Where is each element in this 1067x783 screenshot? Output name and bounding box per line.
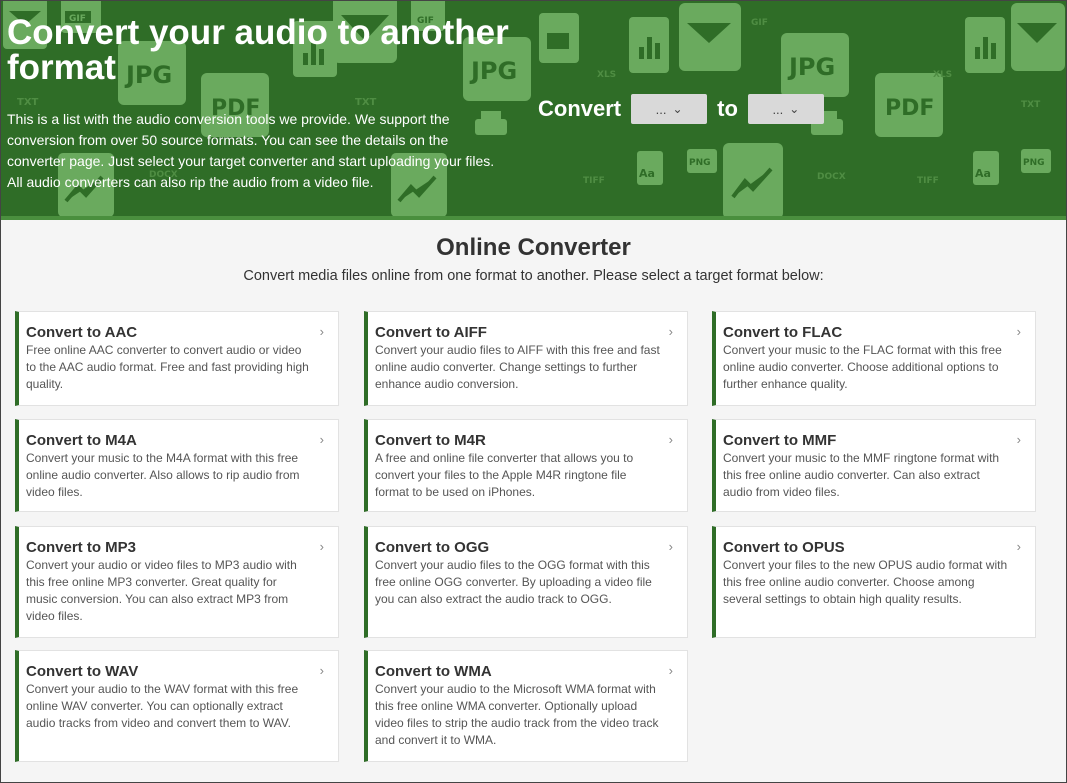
converter-card-ogg[interactable]: Convert to OGG Convert your audio files …: [364, 526, 688, 638]
converter-card-wma[interactable]: Convert to WMA Convert your audio to the…: [364, 650, 688, 762]
card-description: Convert your files to the new OPUS audio…: [723, 558, 1008, 606]
png-file-icon: PNG: [1021, 149, 1051, 173]
image-file-icon: [539, 13, 579, 63]
card-title: Convert to MP3: [26, 539, 137, 556]
svg-text:XLS: XLS: [597, 70, 616, 80]
converter-card-m4r[interactable]: Convert to M4R A free and online file co…: [364, 419, 688, 512]
aa-file-icon: Aa: [637, 151, 663, 185]
svg-text:Aa: Aa: [639, 167, 655, 180]
card-description: A free and online file converter that al…: [375, 451, 634, 499]
converter-card-aiff[interactable]: Convert to AIFF Convert your audio files…: [364, 311, 688, 406]
email-file-icon: [1011, 3, 1065, 71]
card-description: Convert your music to the FLAC format wi…: [723, 343, 1002, 391]
card-title: Convert to WAV: [26, 663, 139, 680]
converter-card-opus[interactable]: Convert to OPUS Convert your files to th…: [712, 526, 1036, 638]
svg-text:PNG: PNG: [1023, 158, 1045, 168]
svg-text:PNG: PNG: [689, 158, 711, 168]
to-label: to: [717, 96, 738, 121]
card-title: Convert to WMA: [375, 663, 492, 680]
converter-card-mp3[interactable]: Convert to MP3 Convert your audio or vid…: [15, 526, 339, 638]
source-format-value: ...: [655, 101, 667, 117]
email-file-icon: [679, 3, 741, 71]
hero-description: This is a list with the audio conversion…: [7, 111, 495, 190]
target-format-select[interactable]: ... ⌄: [747, 94, 824, 124]
converter-card-flac[interactable]: Convert to FLAC Convert your music to th…: [712, 311, 1036, 406]
convert-selector: Convert ... ⌄ to ... ⌄: [538, 93, 834, 125]
card-description: Convert your audio files to AIFF with th…: [375, 343, 660, 391]
jpg-file-icon: JPG: [781, 33, 849, 97]
card-title: Convert to OPUS: [723, 539, 845, 556]
card-title: Convert to OGG: [375, 539, 490, 556]
source-format-select[interactable]: ... ⌄: [631, 94, 708, 124]
target-format-value: ...: [772, 101, 784, 117]
docx-file-icon: DOCX: [817, 172, 846, 182]
chevron-right-icon: ›: [319, 663, 324, 678]
tiff-file-icon: TIFF: [917, 176, 939, 186]
card-description: Convert your audio to the Microsoft WMA …: [375, 682, 659, 747]
chart-file-icon: [965, 17, 1005, 73]
converter-card-aac[interactable]: Convert to AAC Free online AAC converter…: [15, 311, 339, 406]
card-description: Convert your music to the M4A format wit…: [26, 451, 300, 499]
chevron-down-icon: ⌄: [789, 102, 800, 116]
svg-text:TXT: TXT: [355, 97, 377, 108]
svg-text:DOCX: DOCX: [817, 172, 846, 182]
card-description: Convert your audio or video files to MP3…: [26, 558, 297, 623]
chevron-right-icon: ›: [1016, 324, 1021, 339]
hero-banner: GIF JPG PDF GIF TXT TXT JPG DOCX GIF JPG…: [1, 1, 1066, 220]
chevron-right-icon: ›: [1016, 432, 1021, 447]
svg-text:TIFF: TIFF: [917, 176, 939, 186]
section-title: Online Converter: [436, 234, 631, 261]
card-description: Convert your audio files to the OGG form…: [375, 558, 652, 606]
svg-text:TXT: TXT: [17, 97, 39, 108]
card-description: Convert your audio to the WAV format wit…: [26, 682, 299, 730]
converter-card-wav[interactable]: Convert to WAV Convert your audio to the…: [15, 650, 339, 762]
png-file-icon: PNG: [687, 149, 717, 173]
svg-text:Aa: Aa: [975, 167, 991, 180]
card-title: Convert to FLAC: [723, 324, 843, 341]
converter-card-mmf[interactable]: Convert to MMF Convert your music to the…: [712, 419, 1036, 512]
section-subtitle: Convert media files online from one form…: [243, 268, 824, 284]
svg-text:PDF: PDF: [885, 96, 934, 121]
convert-label: Convert: [538, 96, 622, 121]
xls-file-icon: XLS: [933, 70, 952, 80]
page-title: Convert your audio to another format: [7, 13, 509, 87]
card-description: Convert your music to the MMF ringtone f…: [723, 451, 1000, 499]
svg-text:TXT: TXT: [1021, 100, 1041, 110]
chart-file-icon: [629, 17, 669, 73]
tiff-file-icon: TIFF: [583, 176, 605, 186]
chevron-down-icon: ⌄: [672, 102, 683, 116]
card-title: Convert to M4R: [375, 432, 486, 449]
xls-file-icon: XLS: [597, 70, 616, 80]
svg-text:GIF: GIF: [751, 18, 768, 28]
chevron-right-icon: ›: [319, 432, 324, 447]
card-title: Convert to MMF: [723, 432, 837, 449]
svg-text:TIFF: TIFF: [583, 176, 605, 186]
txt-file-icon: TXT: [1021, 100, 1041, 110]
svg-text:JPG: JPG: [787, 53, 835, 81]
chevron-right-icon: ›: [319, 324, 324, 339]
svg-text:XLS: XLS: [933, 70, 952, 80]
converter-card-m4a[interactable]: Convert to M4A Convert your music to the…: [15, 419, 339, 512]
card-description: Free online AAC converter to convert aud…: [26, 343, 309, 391]
chevron-right-icon: ›: [668, 324, 673, 339]
chevron-right-icon: ›: [668, 539, 673, 554]
chevron-right-icon: ›: [319, 539, 324, 554]
aa-file-icon: Aa: [973, 151, 999, 185]
chevron-right-icon: ›: [668, 663, 673, 678]
chart-file-icon: [723, 143, 783, 216]
card-title: Convert to AIFF: [375, 324, 487, 341]
chevron-right-icon: ›: [668, 432, 673, 447]
card-title: Convert to AAC: [26, 324, 138, 341]
card-title: Convert to M4A: [26, 432, 137, 449]
gif-file-icon: GIF: [751, 18, 768, 28]
chevron-right-icon: ›: [1016, 539, 1021, 554]
